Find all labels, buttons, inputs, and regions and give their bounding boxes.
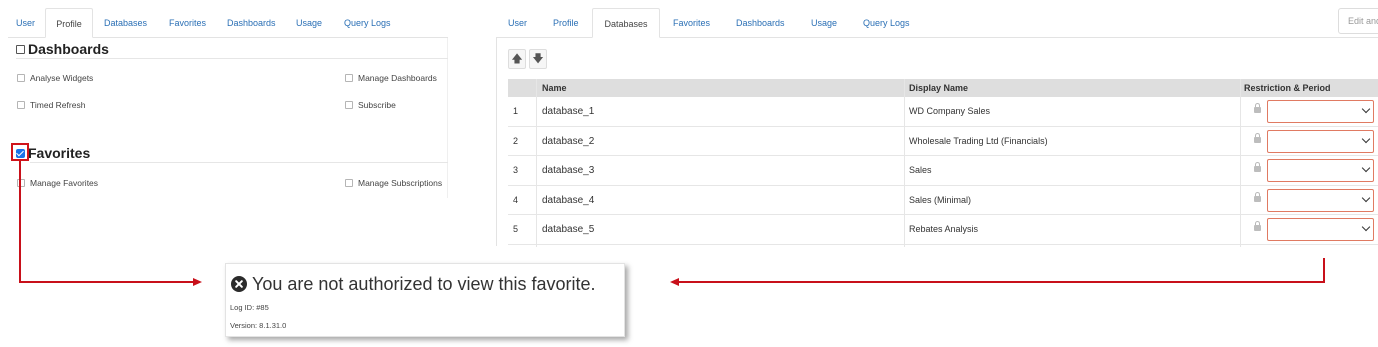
error-message: You are not authorized to view this favo… <box>252 274 596 294</box>
edit-button[interactable]: Edit and <box>1338 8 1378 34</box>
perm-manage-subscriptions[interactable]: Manage Subscriptions <box>345 178 442 188</box>
table-row[interactable]: 3 database_3 Sales <box>508 156 1378 186</box>
right-tab-query-logs[interactable]: Query Logs <box>863 8 910 38</box>
table-row[interactable]: 4 database_4 Sales (Minimal) <box>508 186 1378 215</box>
display-name-cell: Wholesale Trading Ltd (Financials) <box>909 135 1048 146</box>
perm-analyse-widgets[interactable]: Analyse Widgets <box>17 73 93 83</box>
left-tab-usage[interactable]: Usage <box>296 8 322 38</box>
restriction-select[interactable] <box>1267 100 1374 123</box>
table-row[interactable]: 1 database_1 WD Company Sales <box>508 97 1378 127</box>
restriction-select[interactable] <box>1267 218 1374 241</box>
annotation-line <box>678 281 1325 283</box>
restriction-select[interactable] <box>1267 159 1374 182</box>
right-tab-usage[interactable]: Usage <box>811 8 837 38</box>
right-tab-profile[interactable]: Profile <box>553 8 579 38</box>
display-name-cell: Rebates Analysis <box>909 224 979 234</box>
checkbox[interactable] <box>345 179 353 187</box>
right-tab-favorites[interactable]: Favorites <box>673 8 710 38</box>
section-divider <box>30 162 448 163</box>
error-log-id: Log ID: #85 <box>230 303 269 312</box>
table-row[interactable]: 5 database_5 Rebates Analysis <box>508 215 1378 245</box>
right-tab-user[interactable]: User <box>508 8 527 38</box>
annotation-highlight-box <box>11 143 29 161</box>
dashboards-section-checkbox[interactable] <box>16 45 25 54</box>
restriction-select[interactable] <box>1267 129 1374 153</box>
chevron-down-icon <box>1361 104 1371 114</box>
row-number: 5 <box>513 224 519 234</box>
annotation-line <box>1323 258 1325 283</box>
checkbox[interactable] <box>17 74 25 82</box>
col-header-restriction[interactable]: Restriction & Period <box>1244 79 1331 97</box>
lock-icon[interactable] <box>1254 191 1261 202</box>
annotation-line <box>19 161 21 282</box>
column-divider <box>1240 79 1241 247</box>
perm-manage-dashboards[interactable]: Manage Dashboards <box>345 73 437 83</box>
perm-subscribe[interactable]: Subscribe <box>345 100 396 110</box>
left-tab-user[interactable]: User <box>16 8 35 38</box>
table-row[interactable]: 2 database_2 Wholesale Trading Ltd (Fina… <box>508 127 1378 156</box>
column-divider <box>904 79 905 247</box>
db-name-cell: database_5 <box>542 224 595 235</box>
lock-icon[interactable] <box>1254 162 1261 172</box>
db-name-cell: database_2 <box>542 135 595 147</box>
checkbox[interactable] <box>345 101 353 109</box>
row-number: 2 <box>513 135 519 146</box>
error-version: Version: 8.1.31.0 <box>230 321 287 330</box>
profile-permissions-panel <box>8 38 448 198</box>
lock-icon[interactable] <box>1254 103 1261 113</box>
col-header-name[interactable]: Name <box>542 79 567 97</box>
left-tab-dashboards[interactable]: Dashboards <box>227 8 276 38</box>
right-tab-databases[interactable]: Databases <box>592 8 660 38</box>
right-tab-dashboards[interactable]: Dashboards <box>736 8 785 38</box>
annotation-line <box>19 281 194 283</box>
row-number: 4 <box>513 194 519 205</box>
display-name-cell: WD Company Sales <box>909 106 991 116</box>
chevron-down-icon <box>1361 193 1371 202</box>
display-name-cell: Sales (Minimal) <box>909 194 972 205</box>
col-header-display-name[interactable]: Display Name <box>909 79 968 97</box>
perm-manage-favorites[interactable]: Manage Favorites <box>17 178 98 188</box>
left-tab-favorites[interactable]: Favorites <box>169 8 206 38</box>
row-number: 1 <box>513 106 519 116</box>
arrow-down-icon: 🡇 <box>532 53 544 65</box>
dashboards-section-title: Dashboards <box>16 41 109 57</box>
left-tab-databases[interactable]: Databases <box>104 8 147 38</box>
checkbox[interactable] <box>17 101 25 109</box>
perm-timed-refresh[interactable]: Timed Refresh <box>17 100 85 110</box>
left-tab-bar: User Profile Databases Favorites Dashboa… <box>8 8 448 38</box>
chevron-down-icon <box>1361 134 1371 143</box>
error-message-card: You are not authorized to view this favo… <box>225 263 625 337</box>
move-down-button[interactable]: 🡇 <box>529 49 547 69</box>
column-divider <box>536 79 537 247</box>
arrow-up-icon: 🡅 <box>511 53 523 65</box>
db-name-cell: database_3 <box>542 165 595 176</box>
annotation-arrowhead-right <box>193 278 202 286</box>
restriction-select[interactable] <box>1267 188 1374 212</box>
checkbox[interactable] <box>345 74 353 82</box>
section-divider <box>16 58 448 59</box>
error-circle-x-icon <box>231 276 247 292</box>
right-tab-bar: User Profile Databases Favorites Dashboa… <box>496 8 1378 38</box>
display-name-cell: Sales <box>909 165 932 175</box>
row-number: 3 <box>513 165 519 175</box>
lock-icon[interactable] <box>1254 132 1261 143</box>
chevron-down-icon <box>1361 163 1371 173</box>
move-up-button[interactable]: 🡅 <box>508 49 526 69</box>
chevron-down-icon <box>1361 222 1371 232</box>
grid-header: Name Display Name Restriction & Period <box>508 79 1378 97</box>
db-name-cell: database_4 <box>542 194 595 206</box>
left-tab-profile[interactable]: Profile <box>45 8 93 38</box>
left-tab-query-logs[interactable]: Query Logs <box>344 8 391 38</box>
db-name-cell: database_1 <box>542 106 595 117</box>
annotation-arrowhead-left <box>670 278 679 286</box>
lock-icon[interactable] <box>1254 221 1261 231</box>
